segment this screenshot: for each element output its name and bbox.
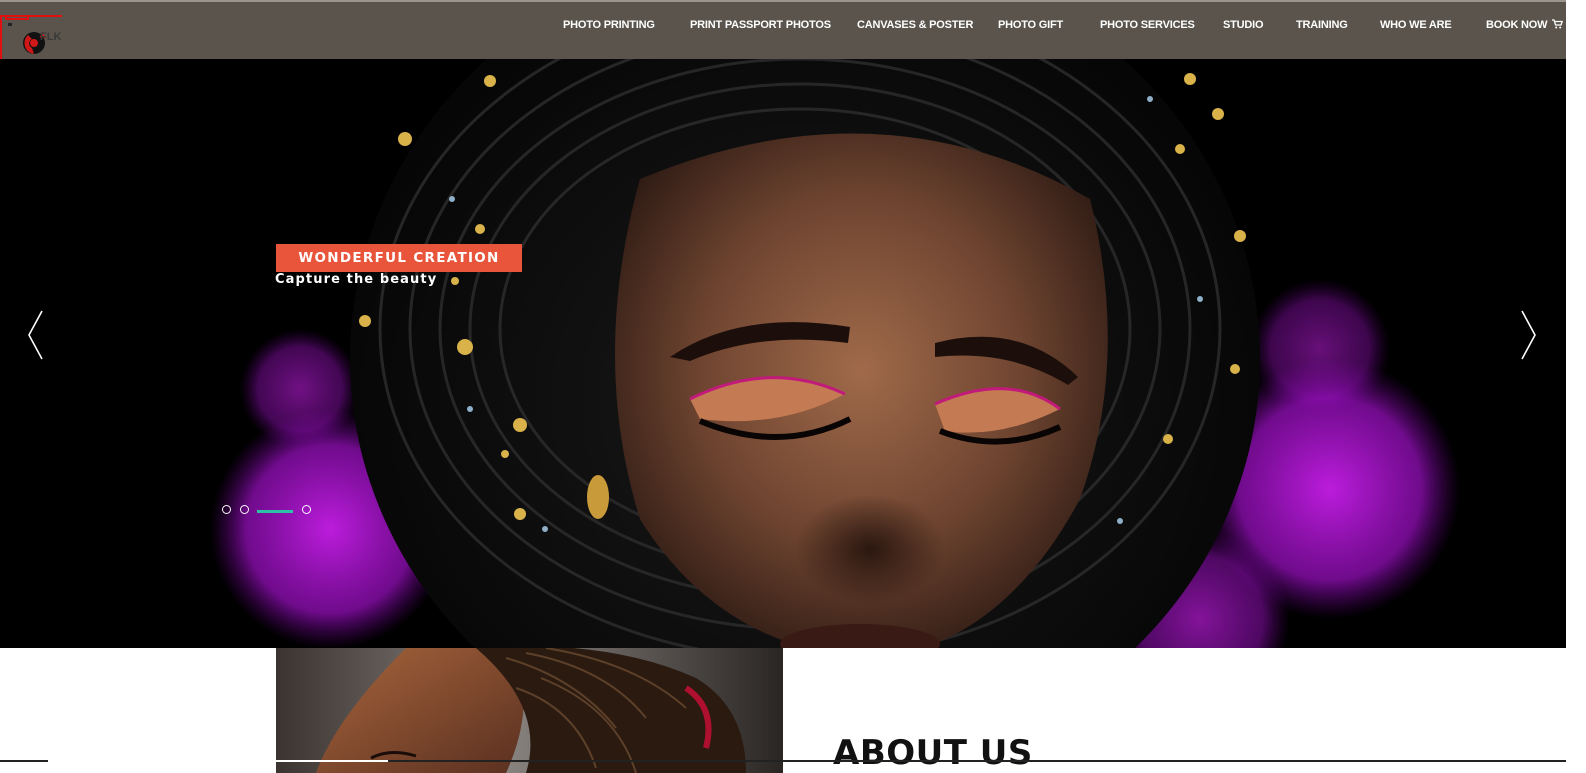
about-heading: ABOUT US [833,733,1033,773]
hero-caption: Capture the beauty [275,272,438,287]
hero-slider: WONDERFUL CREATION Capture the beauty [0,59,1566,648]
slide-dot-3-active[interactable] [257,510,293,513]
about-portrait-image [276,648,783,773]
nav-item-photo-services[interactable]: PHOTO SERVICES [1100,19,1195,31]
page-right-edge [1566,0,1586,773]
book-now-label: BOOK NOW [1486,19,1548,31]
slide-dot-2[interactable] [240,505,249,514]
chevron-left-icon [28,310,43,360]
chevron-right-icon [1521,310,1536,360]
slider-next-button[interactable] [1516,309,1540,361]
site-logo[interactable]: FLK [0,15,62,61]
nav-item-studio[interactable]: STUDIO [1223,19,1264,31]
nav-item-photo-gift[interactable]: PHOTO GIFT [998,19,1063,31]
cart-icon [1552,19,1564,29]
hero-portrait-image [0,59,1566,648]
nav-item-book-now[interactable]: BOOK NOW [1486,19,1564,31]
slider-pagination [220,503,320,517]
nav-item-photo-printing[interactable]: PHOTO PRINTING [563,19,655,31]
slide-dot-1[interactable] [222,505,231,514]
logo-text: FLK [40,31,62,43]
nav-item-training[interactable]: TRAINING [1296,19,1348,31]
top-navigation: FLK PHOTO PRINTING PRINT PASSPORT PHOTOS… [0,0,1566,61]
about-photo [276,648,783,773]
nav-item-print-passport-photos[interactable]: PRINT PASSPORT PHOTOS [690,19,831,31]
slider-prev-button[interactable] [26,309,50,361]
hero-badge: WONDERFUL CREATION [276,244,522,272]
section-divider-gap [48,760,388,762]
nav-item-canvases-poster[interactable]: CANVASES & POSTER [857,19,973,31]
nav-item-who-we-are[interactable]: WHO WE ARE [1380,19,1452,31]
slide-dot-4[interactable] [302,505,311,514]
